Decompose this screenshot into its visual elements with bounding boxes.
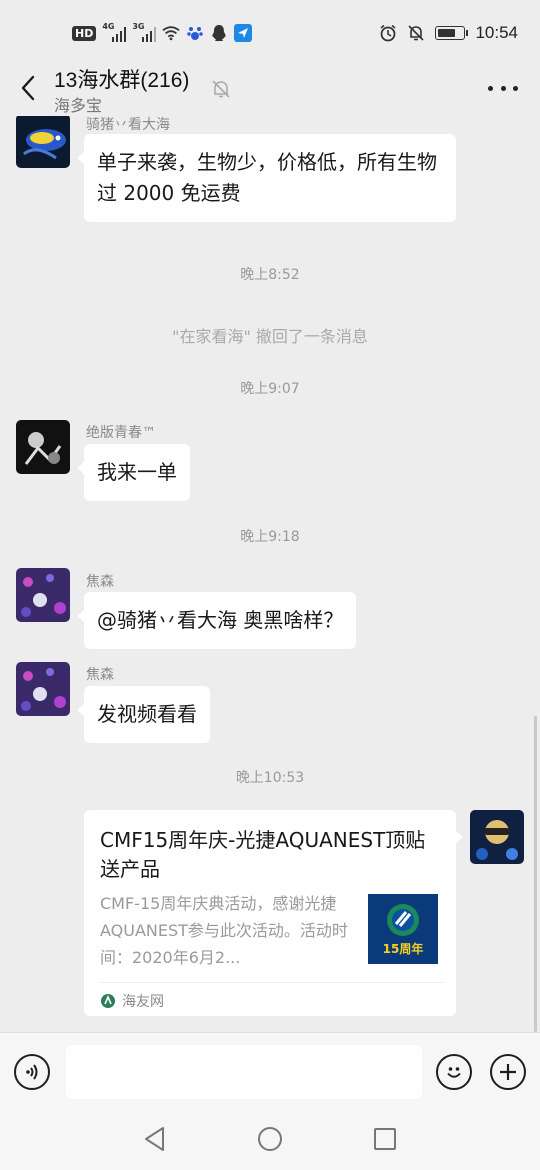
scrollbar[interactable] — [534, 716, 537, 1032]
message-bubble[interactable]: 发视频看看 — [77, 686, 210, 743]
message-list[interactable]: 骑猪丷看大海 单子来袭，生物少，价格低，所有生物过 2000 免运费 晚上8:5… — [0, 116, 540, 1032]
notification-off-icon — [407, 24, 425, 42]
avatar[interactable] — [16, 568, 70, 622]
more-button[interactable] — [488, 76, 518, 100]
sender-name: 焦森 — [86, 574, 114, 590]
square-recent-icon — [374, 1128, 396, 1150]
signal-icon: 4G — [102, 22, 127, 42]
bell-off-icon — [210, 78, 232, 100]
time-separator: 晚上9:07 — [240, 381, 300, 397]
sender-name: 绝版青春™ — [86, 425, 156, 441]
app-notification-icon — [234, 24, 253, 42]
message-bubble[interactable]: @骑猪丷看大海 奥黑啥样？ — [76, 592, 357, 649]
hd-badge: HD — [72, 25, 97, 41]
back-button[interactable] — [14, 72, 42, 104]
triangle-back-icon — [145, 1127, 164, 1151]
avatar-self[interactable] — [470, 810, 524, 864]
nav-back-button[interactable] — [142, 1126, 168, 1152]
sender-name: 骑猪丷看大海 — [86, 117, 170, 133]
chevron-left-icon — [21, 75, 35, 101]
status-right: 10:54 — [379, 20, 518, 46]
circle-home-icon — [258, 1127, 282, 1151]
avatar[interactable] — [16, 420, 70, 474]
battery-icon — [435, 26, 469, 40]
input-bar — [0, 1032, 540, 1112]
link-card-thumbnail: 15周年 — [368, 894, 438, 964]
link-card-title: CMF15周年庆-光捷AQUANEST顶贴送产品 — [100, 828, 426, 881]
status-left: HD 4G 3G — [72, 20, 253, 46]
system-nav-bar — [0, 1112, 540, 1170]
avatar[interactable] — [16, 116, 70, 168]
time-separator: 晚上10:53 — [235, 770, 305, 786]
nav-home-button[interactable] — [257, 1126, 283, 1152]
page-title: 13海水群(216) — [54, 69, 190, 92]
message-bubble[interactable]: 单子来袭，生物少，价格低，所有生物过 2000 免运费 — [77, 134, 456, 222]
recall-notice: "在家看海" 撤回了一条消息 — [172, 327, 368, 346]
time-separator: 晚上8:52 — [240, 267, 300, 283]
alarm-icon — [379, 24, 397, 42]
page-subtitle: 海多宝 — [54, 96, 103, 115]
plus-icon — [500, 1064, 516, 1080]
baidu-paw-icon — [186, 24, 204, 42]
add-button[interactable] — [490, 1054, 526, 1090]
clock: 10:54 — [475, 23, 518, 42]
emoji-button[interactable] — [436, 1054, 472, 1090]
status-bar: HD 4G 3G 10:54 — [0, 0, 540, 64]
link-card[interactable]: CMF15周年庆-光捷AQUANEST顶贴送产品 CMF-15周年庆典活动，感谢… — [84, 810, 463, 1016]
voice-button[interactable] — [14, 1054, 50, 1090]
more-dots-icon — [488, 85, 493, 91]
link-card-source-name: 海友网 — [122, 994, 164, 1010]
message-input[interactable] — [66, 1045, 422, 1099]
voice-icon — [26, 1064, 38, 1080]
message-bubble[interactable]: 我来一单 — [77, 444, 190, 501]
thumbnail-label: 15周年 — [382, 942, 424, 956]
emoji-icon — [447, 1067, 461, 1078]
avatar[interactable] — [16, 662, 70, 716]
wifi-icon — [162, 24, 180, 42]
link-card-description: CMF-15周年庆典活动，感谢光捷AQUANEST参与此次活动。活动时间：202… — [100, 894, 348, 967]
chat-header: 13海水群(216) 海多宝 — [0, 64, 540, 116]
signal-icon-2: 3G — [132, 22, 157, 42]
qq-icon — [210, 24, 228, 42]
link-card-source: 海友网 — [100, 982, 444, 1011]
source-logo-icon — [101, 994, 115, 1008]
time-separator: 晚上9:18 — [240, 529, 300, 545]
sender-name: 焦森 — [86, 667, 114, 683]
nav-recent-button[interactable] — [372, 1126, 398, 1152]
